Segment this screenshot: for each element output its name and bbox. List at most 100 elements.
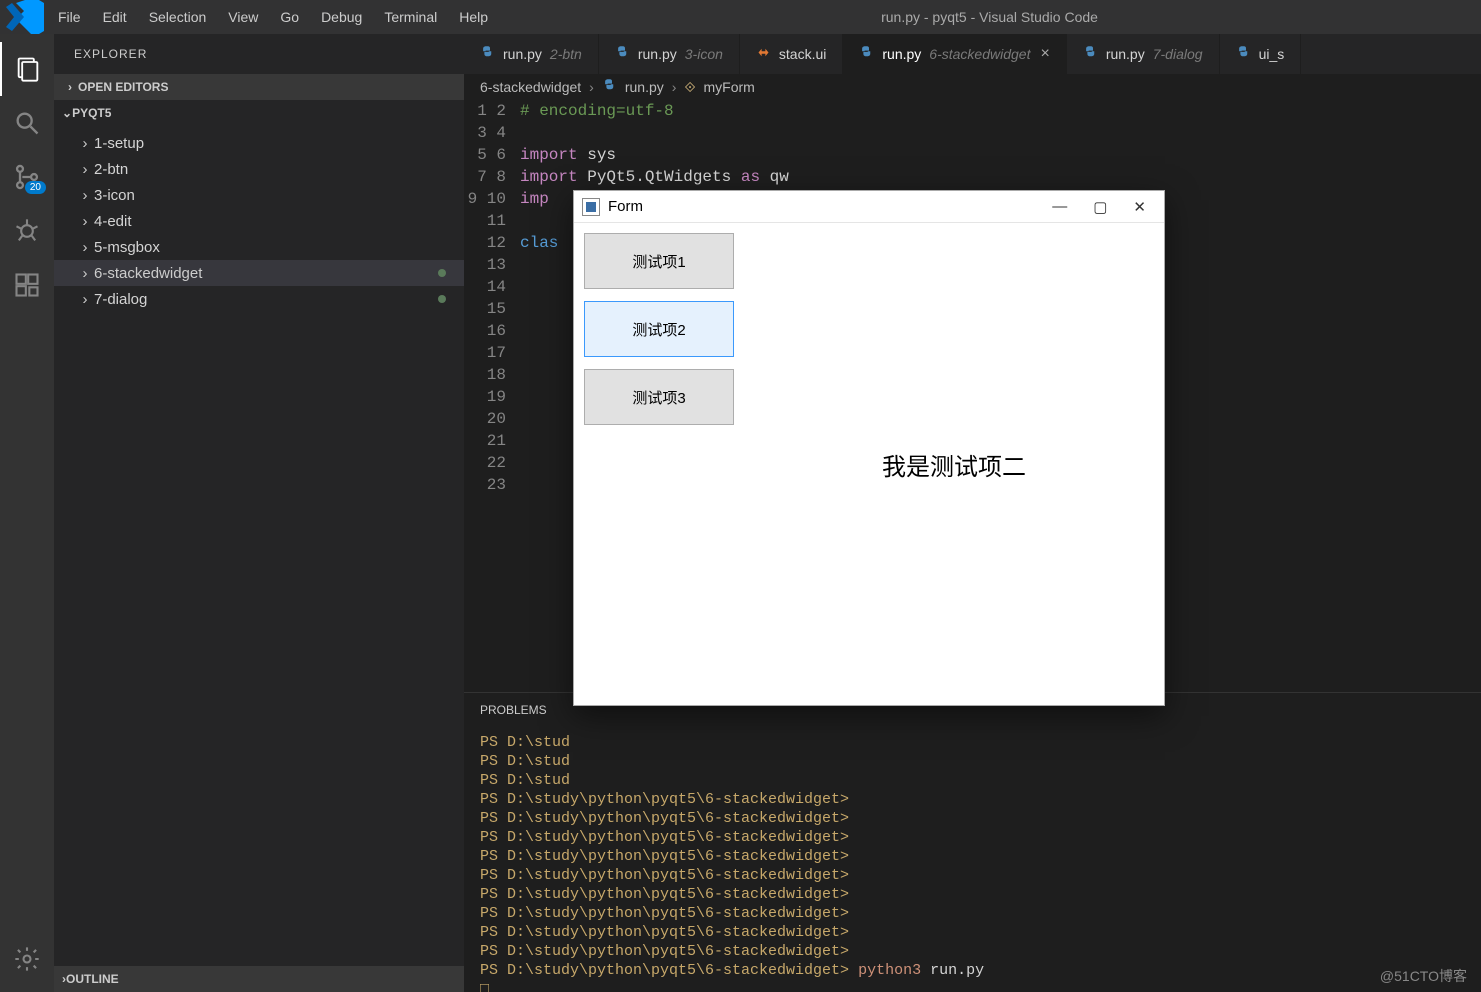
tree-item-7-dialog[interactable]: 7-dialog (54, 286, 464, 312)
settings-gear-icon[interactable] (0, 938, 54, 992)
terminal[interactable]: PS D:\stud PS D:\stud PS D:\stud PS D:\s… (464, 727, 1481, 992)
tab-label: ui_s (1259, 46, 1285, 62)
xml-icon (756, 45, 771, 63)
tree-item-6-stackedwidget[interactable]: 6-stackedwidget (54, 260, 464, 286)
tree-item-label: 3-icon (94, 187, 135, 204)
tree-item-4-edit[interactable]: 4-edit (54, 208, 464, 234)
dirty-dot-icon (438, 295, 446, 303)
chevron-down-icon (62, 106, 72, 120)
tab-run-2btn[interactable]: run.py2-btn (464, 34, 599, 74)
menu-debug[interactable]: Debug (311, 3, 372, 31)
form-window: Form — ▢ ✕ 测试项1 测试项2 测试项3 我是测试项二 (573, 190, 1165, 706)
tree-item-5-msgbox[interactable]: 5-msgbox (54, 234, 464, 260)
extensions-icon[interactable] (0, 258, 54, 312)
app-icon (582, 198, 600, 216)
open-editors-header[interactable]: OPEN EDITORS (54, 74, 464, 100)
form-sidebar: 测试项1 测试项2 测试项3 (574, 223, 744, 705)
test-item-3-button[interactable]: 测试项3 (584, 369, 734, 425)
test-item-2-button[interactable]: 测试项2 (584, 301, 734, 357)
explorer-icon[interactable] (0, 42, 54, 96)
tree-item-label: 7-dialog (94, 291, 147, 308)
title-bar: File Edit Selection View Go Debug Termin… (0, 0, 1481, 34)
tab-run-6stacked[interactable]: run.py 6-stackedwidget × (843, 34, 1066, 74)
tree-item-2-btn[interactable]: 2-btn (54, 156, 464, 182)
chevron-right-icon (76, 161, 94, 178)
chevron-right-icon (76, 265, 94, 282)
tab-label: stack.ui (779, 46, 826, 62)
tab-context: 3-icon (685, 46, 723, 62)
chevron-right-icon (62, 80, 78, 94)
minimap[interactable] (1467, 100, 1481, 692)
menu-view[interactable]: View (218, 3, 268, 31)
workspace-folder-header[interactable]: PYQT5 (54, 100, 464, 126)
tab-label: run.py (1106, 46, 1145, 62)
menu-terminal[interactable]: Terminal (374, 3, 447, 31)
chevron-right-icon (76, 135, 94, 152)
tab-label: run.py (503, 46, 542, 62)
menu-go[interactable]: Go (270, 3, 309, 31)
scm-icon[interactable]: 20 (0, 150, 54, 204)
tab-label: run.py (882, 46, 921, 62)
bottom-panel: PROBLEMS PS D:\stud PS D:\stud PS D:\stu… (464, 692, 1481, 992)
chevron-right-icon (76, 291, 94, 308)
tab-context: 7-dialog (1153, 46, 1203, 62)
breadcrumb-symbol[interactable]: myForm (703, 79, 754, 95)
test-item-1-button[interactable]: 测试项1 (584, 233, 734, 289)
menu-edit[interactable]: Edit (93, 3, 137, 31)
form-titlebar[interactable]: Form — ▢ ✕ (574, 191, 1164, 223)
tree-item-label: 2-btn (94, 161, 128, 178)
class-icon: ⟐ (684, 79, 695, 96)
python-icon (1236, 45, 1251, 63)
menu-file[interactable]: File (48, 3, 91, 31)
panel-tab-problems[interactable]: PROBLEMS (480, 697, 547, 723)
dirty-dot-icon (438, 269, 446, 277)
form-title: Form (608, 198, 643, 215)
tab-stack-ui[interactable]: stack.ui (740, 34, 843, 74)
menu-help[interactable]: Help (449, 3, 498, 31)
open-editors-label: OPEN EDITORS (78, 80, 168, 94)
chevron-right-icon (76, 213, 94, 230)
chevron-right-icon (76, 187, 94, 204)
window-title: run.py - pyqt5 - Visual Studio Code (498, 9, 1481, 25)
python-icon (1083, 45, 1098, 63)
tree-item-1-setup[interactable]: 1-setup (54, 130, 464, 156)
main-menu: File Edit Selection View Go Debug Termin… (48, 3, 498, 31)
tree-item-3-icon[interactable]: 3-icon (54, 182, 464, 208)
breadcrumb-file[interactable]: run.py (625, 79, 664, 95)
scm-badge: 20 (25, 181, 46, 194)
tree-item-label: 1-setup (94, 135, 144, 152)
tab-ui-s[interactable]: ui_s (1220, 34, 1302, 74)
folder-name: PYQT5 (72, 106, 111, 120)
python-icon (615, 45, 630, 63)
debug-icon[interactable] (0, 204, 54, 258)
tab-context: 6-stackedwidget (929, 46, 1030, 62)
tab-run-7dialog[interactable]: run.py 7-dialog (1067, 34, 1220, 74)
file-tree: 1-setup 2-btn 3-icon 4-edit 5-msgbox 6-s… (54, 126, 464, 316)
close-icon[interactable]: ✕ (1133, 198, 1146, 216)
close-icon[interactable]: × (1040, 45, 1049, 63)
maximize-icon[interactable]: ▢ (1093, 198, 1107, 216)
watermark: @51CTO博客 (1380, 966, 1467, 986)
breadcrumb[interactable]: 6-stackedwidget› run.py› ⟐ myForm (464, 74, 1481, 100)
python-icon (480, 45, 495, 63)
tree-item-label: 4-edit (94, 213, 132, 230)
explorer-title: EXPLORER (54, 34, 464, 74)
chevron-right-icon (76, 239, 94, 256)
breadcrumb-folder[interactable]: 6-stackedwidget (480, 79, 581, 95)
menu-selection[interactable]: Selection (139, 3, 217, 31)
activity-bar: 20 (0, 34, 54, 992)
tree-item-label: 5-msgbox (94, 239, 160, 256)
tab-label: run.py (638, 46, 677, 62)
outline-label: OUTLINE (66, 972, 119, 986)
python-icon (602, 78, 617, 96)
outline-header[interactable]: OUTLINE (54, 966, 464, 992)
line-gutter: 1 2 3 4 5 6 7 8 9 10 11 12 13 14 15 16 1… (464, 100, 520, 692)
tree-item-label: 6-stackedwidget (94, 265, 202, 282)
tab-run-3icon[interactable]: run.py 3-icon (599, 34, 740, 74)
minimize-icon[interactable]: — (1052, 198, 1067, 216)
form-content: 我是测试项二 (744, 223, 1164, 705)
python-icon (859, 45, 874, 63)
explorer-sidebar: EXPLORER OPEN EDITORS PYQT5 1-setup 2-bt… (54, 34, 464, 992)
search-icon[interactable] (0, 96, 54, 150)
editor-tabs: run.py2-btn run.py 3-icon stack.ui run.py… (464, 34, 1481, 74)
